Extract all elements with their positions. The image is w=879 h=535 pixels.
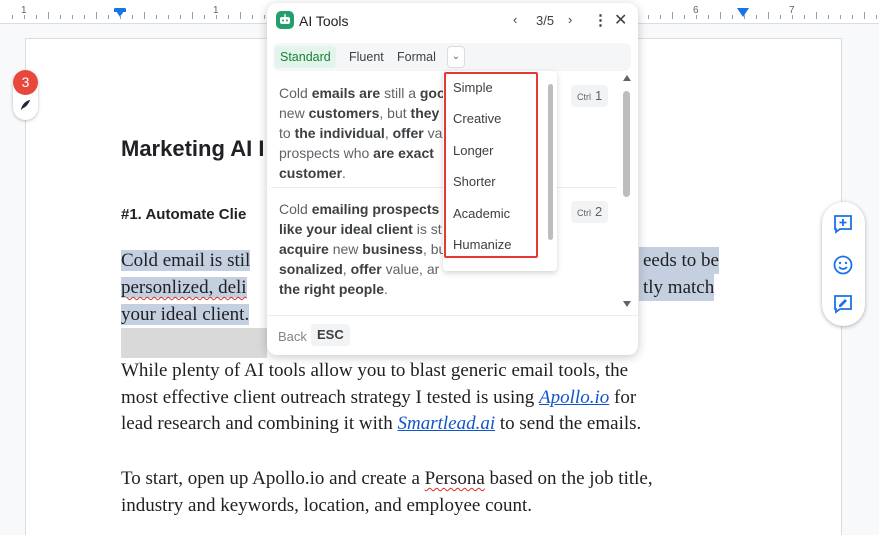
selected-text: tly match — [639, 274, 715, 301]
add-comment-icon[interactable] — [832, 213, 854, 235]
ruler-tick — [720, 12, 721, 19]
para-text: for — [609, 386, 637, 408]
style-tabs: Standard Fluent Formal ⌄ — [273, 43, 631, 71]
ruler-tick — [12, 15, 13, 19]
document-subheading: #1. Automate Clie — [121, 206, 247, 223]
apollo-link[interactable]: Apollo.io — [539, 387, 609, 408]
tab-fluent[interactable]: Fluent — [344, 46, 389, 68]
persona-word[interactable]: Persona — [425, 468, 485, 489]
robot-icon — [276, 11, 294, 29]
para-text: lead research and combining it with — [121, 413, 398, 434]
ruler-tick — [768, 12, 769, 19]
emoji-reaction-icon[interactable] — [832, 254, 854, 276]
panel-header: AI Tools ‹ 3/5 › ⋮ ✕ — [267, 3, 638, 39]
ruler-tick — [660, 15, 661, 19]
dropdown-scrollbar[interactable] — [548, 84, 553, 240]
ruler-tick — [60, 15, 61, 19]
ruler-tick — [36, 15, 37, 19]
para-line: industry and keywords, location, and emp… — [121, 494, 533, 516]
ruler-tick — [120, 15, 121, 19]
highlight-outline — [444, 72, 538, 258]
para-text: To start, open up Apollo.io and create a — [121, 468, 425, 489]
ruler-tick — [96, 12, 97, 19]
more-options-icon[interactable]: ⋮ — [593, 11, 608, 29]
esc-button[interactable]: ESC — [311, 324, 350, 346]
ruler-tick — [804, 15, 805, 19]
suggestions-badge[interactable]: 3 — [13, 70, 38, 120]
ruler-tick — [168, 15, 169, 19]
ruler-tick — [780, 15, 781, 19]
panel-scrollbar[interactable] — [621, 75, 631, 311]
para-text: based on the job title, — [484, 468, 653, 489]
ruler-tick — [48, 12, 49, 19]
ruler-tick — [192, 12, 193, 19]
ruler-tick — [756, 15, 757, 19]
para-text: most effective client outreach strategy … — [121, 386, 540, 408]
ruler-tick — [744, 15, 745, 19]
panel-title: AI Tools — [299, 13, 349, 29]
ruler-tick — [252, 15, 253, 19]
suggestion-count: 3 — [13, 70, 38, 95]
ruler-tick — [828, 15, 829, 19]
next-suggestion-button[interactable]: › — [568, 12, 572, 27]
scroll-thumb[interactable] — [623, 91, 630, 197]
scroll-up-arrow[interactable] — [623, 75, 631, 81]
selected-text: your ideal client. — [121, 304, 250, 325]
right-indent-marker[interactable] — [737, 8, 749, 17]
ruler-tick — [792, 15, 793, 19]
ruler-tick — [816, 12, 817, 19]
selected-text: Cold email is stil — [121, 250, 251, 271]
chevron-down-icon[interactable]: ⌄ — [447, 46, 465, 68]
ruler-tick — [156, 15, 157, 19]
suggestion-counter: 3/5 — [536, 13, 555, 28]
ruler-tick — [84, 15, 85, 19]
ruler-tick — [24, 15, 25, 19]
floating-toolbar — [822, 202, 865, 326]
smartlead-link[interactable]: Smartlead.ai — [397, 413, 495, 434]
paragraph-2: While plenty of AI tools allow you to bl… — [121, 358, 641, 438]
first-line-indent-marker[interactable] — [114, 9, 126, 12]
back-label: Back — [278, 329, 307, 344]
ruler-tick — [840, 15, 841, 19]
ruler-tick — [180, 15, 181, 19]
selection-overflow — [121, 328, 267, 358]
ruler-tick — [228, 15, 229, 19]
ruler-tick — [876, 15, 877, 19]
ruler-tick — [732, 15, 733, 19]
quill-icon — [20, 99, 31, 111]
ruler-tick — [264, 15, 265, 19]
ruler-tick — [216, 15, 217, 19]
tab-formal[interactable]: Formal — [392, 46, 441, 68]
ruler-tick — [240, 12, 241, 19]
shortcut-ctrl-1: Ctrl 1 — [571, 85, 609, 107]
close-icon[interactable]: ✕ — [614, 10, 627, 30]
ruler-tick — [204, 15, 205, 19]
ruler-tick — [696, 15, 697, 19]
shortcut-ctrl-2: Ctrl 2 — [571, 201, 609, 223]
tab-standard[interactable]: Standard — [275, 46, 336, 68]
para-line: While plenty of AI tools allow you to bl… — [121, 360, 629, 381]
document-heading: Marketing AI I — [121, 136, 265, 161]
ruler-tick — [144, 12, 145, 19]
para-text: to send the emails. — [495, 413, 642, 434]
ruler-tick — [708, 15, 709, 19]
ruler-tick — [684, 15, 685, 19]
suggest-edit-icon[interactable] — [832, 293, 854, 315]
ruler-tick — [108, 15, 109, 19]
ruler-tick — [72, 15, 73, 19]
panel-footer: Back ESC — [267, 315, 638, 355]
ruler-tick — [672, 12, 673, 19]
scroll-down-arrow[interactable] — [623, 301, 631, 307]
selected-text: eeds to be — [639, 247, 719, 274]
ruler-tick — [648, 15, 649, 19]
ruler-tick — [852, 15, 853, 19]
ruler-tick — [864, 12, 865, 19]
prev-suggestion-button[interactable]: ‹ — [513, 12, 517, 27]
selected-text: personlized, deli — [121, 277, 247, 298]
ruler-tick — [132, 15, 133, 19]
paragraph-3: To start, open up Apollo.io and create a… — [121, 466, 653, 519]
